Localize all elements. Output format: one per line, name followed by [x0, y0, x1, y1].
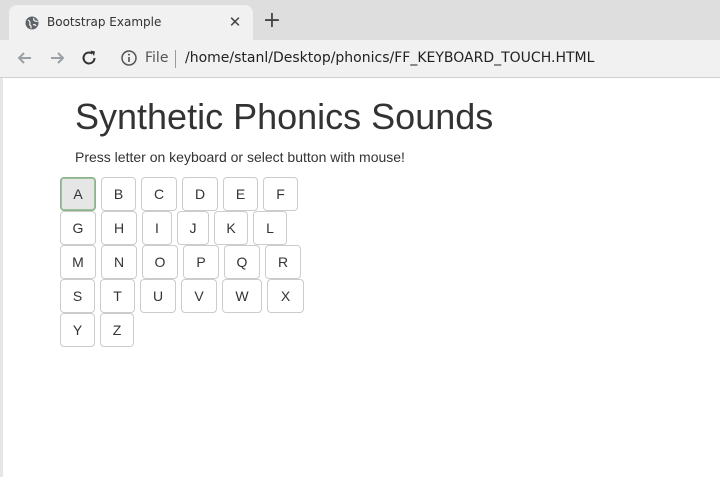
page-content: Synthetic Phonics Sounds Press letter on… [0, 78, 720, 477]
letter-button-l[interactable]: L [253, 211, 287, 245]
letter-button-h[interactable]: H [101, 211, 137, 245]
omnibox-divider [175, 50, 176, 68]
tab-strip: Bootstrap Example ✕ + [0, 0, 720, 40]
letter-button-k[interactable]: K [214, 211, 248, 245]
letter-button-j[interactable]: J [177, 211, 209, 245]
letter-button-v[interactable]: V [181, 279, 217, 313]
browser-tab[interactable]: Bootstrap Example ✕ [9, 5, 253, 40]
letter-button-f[interactable]: F [263, 177, 298, 211]
letter-button-d[interactable]: D [182, 177, 218, 211]
forward-arrow-icon[interactable] [47, 48, 67, 68]
letter-button-s[interactable]: S [60, 279, 95, 313]
letter-button-g[interactable]: G [60, 211, 96, 245]
letter-button-a[interactable]: A [60, 177, 96, 211]
browser-toolbar: File /home/stanl/Desktop/phonics/FF_KEYB… [0, 40, 720, 78]
letter-button-i[interactable]: I [142, 211, 172, 245]
letter-button-q[interactable]: Q [224, 245, 260, 279]
keypad-row: GHIJKL [60, 211, 292, 245]
letter-button-y[interactable]: Y [60, 313, 95, 347]
letter-button-w[interactable]: W [222, 279, 262, 313]
keypad-row: STUVWX [60, 279, 309, 313]
tab-title: Bootstrap Example [47, 15, 162, 29]
letter-button-z[interactable]: Z [100, 313, 134, 347]
keypad-row: YZ [60, 313, 139, 347]
page-title: Synthetic Phonics Sounds [75, 96, 494, 137]
letter-button-n[interactable]: N [101, 245, 137, 279]
address-bar[interactable]: /home/stanl/Desktop/phonics/FF_KEYBOARD_… [185, 50, 594, 66]
instructions-text: Press letter on keyboard or select butto… [75, 149, 405, 165]
letter-button-o[interactable]: O [142, 245, 178, 279]
reload-icon[interactable] [79, 48, 99, 68]
letter-button-t[interactable]: T [100, 279, 135, 313]
close-icon[interactable]: ✕ [227, 14, 243, 30]
back-arrow-icon[interactable] [15, 48, 35, 68]
globe-icon [25, 16, 39, 30]
letter-button-b[interactable]: B [101, 177, 136, 211]
letter-button-c[interactable]: C [141, 177, 177, 211]
keypad-row: MNOPQR [60, 245, 306, 279]
letter-button-r[interactable]: R [265, 245, 301, 279]
scheme-label[interactable]: File [145, 50, 168, 66]
letter-button-u[interactable]: U [140, 279, 176, 313]
info-icon[interactable] [120, 49, 138, 67]
letter-button-e[interactable]: E [223, 177, 258, 211]
letter-button-x[interactable]: X [267, 279, 304, 313]
new-tab-button[interactable]: + [262, 10, 282, 32]
letter-button-m[interactable]: M [60, 245, 96, 279]
keypad-row: ABCDEF [60, 177, 303, 211]
letter-button-p[interactable]: P [183, 245, 219, 279]
